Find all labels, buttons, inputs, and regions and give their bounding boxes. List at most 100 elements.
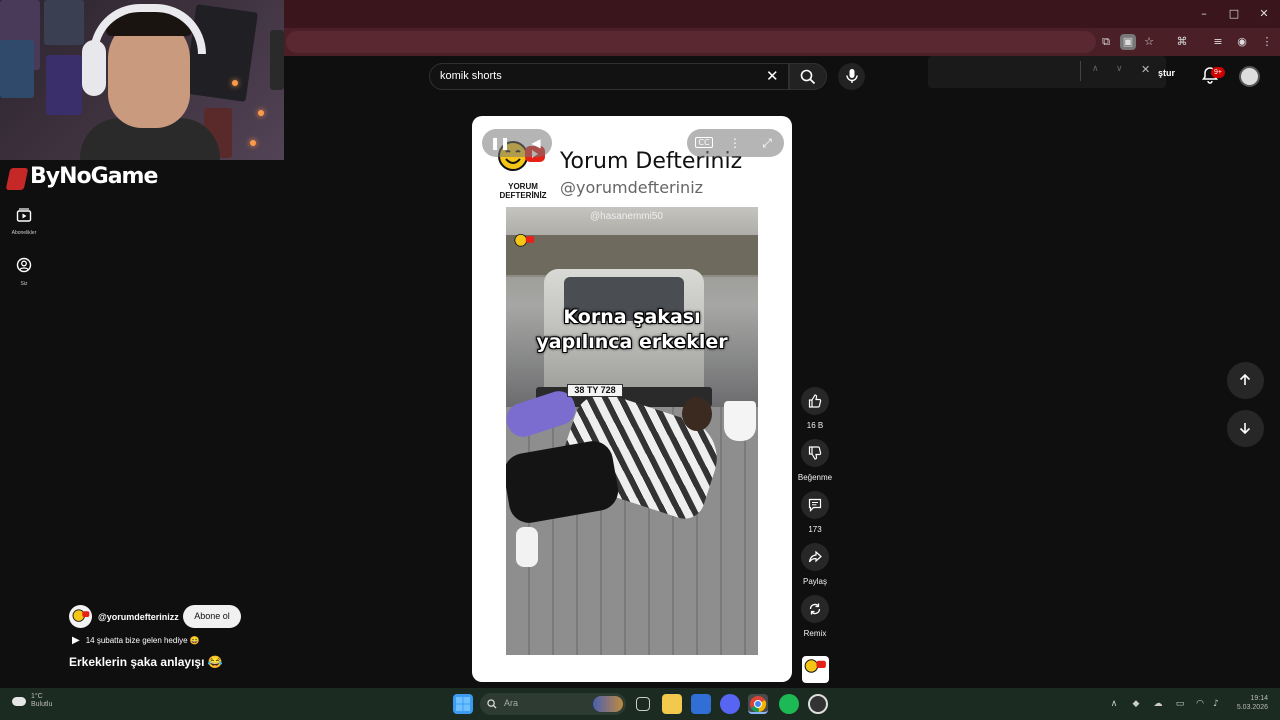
subscriptions-icon — [16, 208, 32, 222]
headphone-earcup — [82, 40, 106, 96]
taskbar-clock[interactable]: 19:14 5.03.2026 — [1222, 694, 1268, 712]
discord-icon[interactable] — [720, 694, 740, 714]
star-icon[interactable]: ☆ — [1141, 34, 1157, 50]
clock-time: 19:14 — [1250, 695, 1268, 702]
next-short-button[interactable] — [1227, 410, 1264, 447]
share-label: Paylaş — [802, 577, 827, 586]
clear-search-icon[interactable]: ✕ — [766, 67, 779, 85]
spotify-icon[interactable] — [779, 694, 799, 714]
taskbar-search[interactable]: Ara — [480, 693, 626, 715]
find-close-icon[interactable]: ✕ — [1141, 63, 1150, 76]
tray-cloud-icon[interactable]: ☁ — [1152, 698, 1164, 710]
previous-short-button[interactable] — [1227, 362, 1264, 399]
app-icon[interactable] — [808, 694, 828, 714]
share-button[interactable] — [801, 543, 829, 571]
find-prev-icon[interactable]: ∧ — [1092, 64, 1099, 74]
extension-icon[interactable]: ▣ — [1120, 34, 1136, 50]
captions-icon[interactable]: CC — [695, 134, 713, 152]
sidebar-item-label: Siz — [20, 281, 28, 287]
sidebar-item-label: Abonelikler — [11, 230, 37, 236]
search-input-value[interactable]: komik shorts — [440, 70, 502, 82]
video-caption: Korna şakası yapılınca erkekler — [510, 305, 754, 355]
menu-icon[interactable]: ⋮ — [1259, 34, 1275, 50]
notifications-badge: 9+ — [1211, 67, 1225, 78]
address-bar[interactable] — [286, 31, 1096, 53]
thumbs-down-icon — [808, 446, 822, 460]
dislike-label: Beğenme — [797, 473, 833, 482]
file-explorer-icon[interactable] — [662, 694, 682, 714]
clock-date: 5.03.2026 — [1236, 704, 1268, 711]
search-highlight-image — [593, 696, 623, 712]
find-next-icon[interactable]: ∨ — [1116, 64, 1123, 74]
smiley-logo-icon — [804, 659, 826, 673]
logo-text-line: DEFTERİNİZ — [499, 191, 547, 200]
comment-icon — [808, 498, 822, 512]
video-watermark: @hasanemmi50 — [590, 211, 663, 222]
video-logo-badge — [514, 233, 536, 255]
streamer-webcam — [0, 0, 284, 160]
remix-button[interactable] — [801, 595, 829, 623]
playlist-title: 14 şubatta bize gelen hediye 😄 — [85, 636, 200, 645]
play-icon: ▶ — [72, 635, 80, 646]
wall-poster — [44, 0, 84, 45]
chrome-icon[interactable] — [748, 694, 768, 714]
channel-handle[interactable]: @yorumdefterinizz — [98, 612, 179, 622]
task-view-icon[interactable] — [636, 697, 650, 711]
windows-icon[interactable] — [453, 694, 473, 714]
tray-app-icon[interactable]: ◆ — [1130, 698, 1142, 710]
minimize-button[interactable]: – — [1196, 6, 1212, 22]
like-count: 16 B — [806, 421, 824, 430]
close-window-button[interactable]: ✕ — [1256, 6, 1272, 22]
headphone-band — [90, 4, 206, 54]
search-icon — [800, 69, 816, 85]
channel-avatar[interactable] — [69, 605, 92, 628]
weather-desc: Bulutlu — [30, 701, 53, 708]
video-frame[interactable] — [506, 207, 758, 655]
short-channel-handle: @yorumdefteriniz — [560, 178, 704, 197]
fairy-light — [258, 110, 264, 116]
tray-expand-icon[interactable]: ∧ — [1108, 698, 1120, 710]
fairy-light — [250, 140, 256, 146]
playlist-link[interactable]: ▶ 14 şubatta bize gelen hediye 😄 — [72, 635, 200, 646]
wifi-icon[interactable]: ◠ — [1194, 698, 1206, 710]
screen-share-icon[interactable]: ⧉ — [1098, 34, 1114, 50]
create-button[interactable]: ştur — [1158, 68, 1175, 78]
white-bucket — [724, 401, 756, 441]
weather-widget[interactable]: 1°C Bulutlu — [12, 693, 52, 709]
dislike-button[interactable] — [801, 439, 829, 467]
voice-search-button[interactable] — [838, 63, 865, 90]
comments-button[interactable] — [801, 491, 829, 519]
translate-icon[interactable]: ⌘ — [1174, 34, 1190, 50]
like-button[interactable] — [801, 387, 829, 415]
search-button[interactable] — [789, 63, 827, 90]
sound-thumbnail[interactable] — [802, 656, 829, 683]
wall-poster — [270, 30, 284, 90]
smiley-logo-icon — [72, 609, 90, 622]
store-icon[interactable] — [691, 694, 711, 714]
thumbs-up-icon — [808, 394, 822, 408]
vpn-icon[interactable]: ◉ — [1234, 34, 1250, 50]
you-icon — [16, 257, 32, 273]
volume-icon[interactable]: ◀ — [527, 134, 545, 152]
stream-brand-logo: ByNoGame — [30, 164, 158, 189]
remix-icon — [809, 603, 821, 615]
find-in-page-bar[interactable]: ∧ ∨ ✕ — [928, 56, 1166, 88]
media-icon[interactable]: ≡ — [1210, 34, 1226, 50]
sidebar-item-you[interactable]: Siz — [0, 257, 48, 287]
search-icon — [487, 699, 497, 709]
more-options-icon[interactable]: ⋮ — [726, 134, 744, 152]
wall-poster — [0, 40, 34, 98]
fullscreen-icon[interactable]: ⤢ — [758, 134, 776, 152]
volume-icon[interactable]: ♪ — [1210, 698, 1222, 710]
short-title: Erkeklerin şaka anlayışı 😂 — [69, 655, 223, 669]
maximize-button[interactable]: □ — [1226, 6, 1242, 22]
sidebar-item-subscriptions[interactable]: Abonelikler — [0, 208, 48, 236]
wall-poster — [46, 55, 82, 115]
subscribe-button[interactable]: Abone ol — [183, 605, 241, 628]
comment-count: 173 — [808, 525, 822, 534]
fairy-light — [232, 80, 238, 86]
tray-keyboard-icon[interactable]: ▭ — [1174, 698, 1186, 710]
pause-icon[interactable]: ❚❚ — [490, 134, 510, 152]
share-icon — [808, 550, 822, 563]
account-avatar[interactable] — [1239, 66, 1260, 87]
